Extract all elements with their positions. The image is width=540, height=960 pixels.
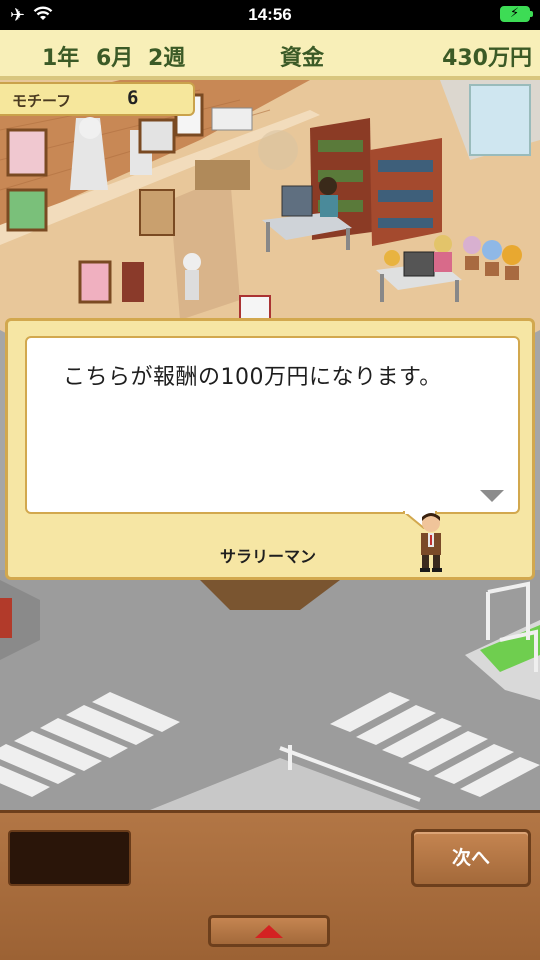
funds-label: 資金 xyxy=(280,46,325,71)
expand-menu-button[interactable] xyxy=(208,915,330,947)
date-funds-bar: 1年 6月 2週 資金 430万円 xyxy=(0,30,540,80)
motif-value: 6 xyxy=(127,87,139,109)
salaryman-portrait xyxy=(420,513,442,572)
dialog-box[interactable]: こちらが報酬の100万円になります。 サラリーマン xyxy=(5,318,535,580)
year-label: 1年 xyxy=(42,46,80,71)
motif-counter[interactable]: モチーフ 6 xyxy=(0,82,195,116)
dialog-text: こちらが報酬の100万円になります。 xyxy=(63,365,442,390)
bottom-bar: 次へ xyxy=(0,810,540,960)
battery-charging-icon: ⚡ xyxy=(500,6,533,22)
next-button[interactable]: 次へ xyxy=(411,829,531,887)
clock: 14:56 xyxy=(248,5,292,24)
status-bar: ✈ 14:56 ⚡ xyxy=(0,0,540,30)
speaker-name: サラリーマン xyxy=(219,547,316,566)
funds-value: 430万円 xyxy=(442,46,532,71)
week-label: 2週 xyxy=(148,46,186,71)
up-triangle-icon xyxy=(255,925,283,938)
month-label: 6月 xyxy=(96,46,134,71)
motif-label: モチーフ xyxy=(12,92,72,110)
speech-bubble[interactable]: こちらが報酬の100万円になります。 xyxy=(25,336,520,514)
down-triangle-icon xyxy=(480,490,504,502)
info-panel xyxy=(8,830,131,886)
